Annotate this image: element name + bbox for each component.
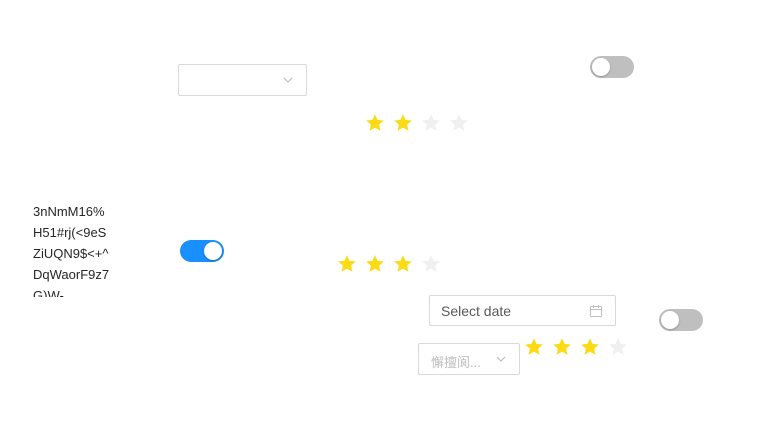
switch-knob	[204, 242, 222, 260]
star-icon[interactable]	[393, 113, 413, 133]
text-line: 3nNmM16%	[33, 204, 105, 219]
date-picker-placeholder: Select date	[441, 303, 512, 319]
star-icon[interactable]	[365, 113, 385, 133]
calendar-icon	[589, 304, 603, 318]
text-line: H51#rj(<9eS	[33, 225, 107, 240]
text-line: ZiUQN9$<+^	[33, 246, 109, 261]
toggle-switch[interactable]	[590, 56, 634, 78]
star-icon[interactable]	[337, 254, 357, 274]
star-icon[interactable]	[580, 337, 600, 357]
star-rating[interactable]	[524, 337, 636, 357]
star-icon[interactable]	[552, 337, 572, 357]
star-icon[interactable]	[421, 254, 441, 274]
star-rating[interactable]	[365, 113, 477, 133]
text-line: DqWaorF9z7	[33, 267, 110, 282]
select-placeholder: 懈擅阆...	[431, 355, 481, 370]
star-icon[interactable]	[393, 254, 413, 274]
star-icon[interactable]	[449, 113, 469, 133]
switch-knob	[661, 311, 679, 329]
select-dropdown[interactable]	[178, 64, 307, 96]
star-icon[interactable]	[524, 337, 544, 357]
chevron-down-icon	[282, 74, 294, 86]
date-picker-input[interactable]: Select date	[429, 295, 616, 326]
text-line: G)W-	[33, 288, 64, 297]
star-icon[interactable]	[421, 113, 441, 133]
chevron-down-icon	[495, 353, 507, 365]
star-rating[interactable]	[337, 254, 449, 274]
toggle-switch[interactable]	[659, 309, 703, 331]
star-icon[interactable]	[365, 254, 385, 274]
toggle-switch[interactable]	[180, 240, 224, 262]
select-dropdown[interactable]: 懈擅阆...	[418, 343, 520, 375]
text-block: 3nNmM16% H51#rj(<9eS ZiUQN9$<+^ DqWaorF9…	[33, 201, 133, 297]
switch-knob	[592, 58, 610, 76]
star-icon[interactable]	[608, 337, 628, 357]
